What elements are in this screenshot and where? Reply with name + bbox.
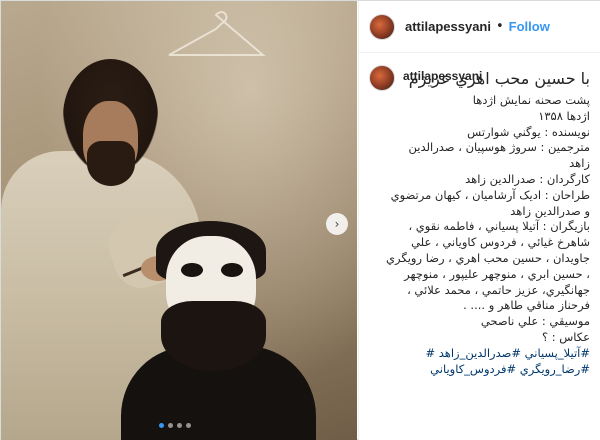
caption-line: ، حسين ابري ، منوچهر عليپور ، منوچهر (404, 266, 590, 281)
caption-line: فرحناز مناقي طاهر و .... . (463, 298, 590, 313)
separator-dot: • (496, 19, 504, 34)
caption-line: جهانگيري، عزيز حاتمي ، محمد علائي ، (407, 282, 590, 297)
chevron-right-icon[interactable]: › (326, 213, 348, 235)
caption-line: بازيگران : آتيلا پسياني ، فاطمه نقوي ، (408, 219, 590, 234)
caption-line: موسيقي : علي ناصحي (480, 314, 590, 329)
caption-line: طراحان : ادیک آرشاميان ، كيهان مرتضوي (390, 187, 590, 202)
caption-line: جاويدان ، حسين محب اهري ، رضا رويگري (386, 250, 590, 265)
caption-line: عكاس : ؟ (541, 329, 590, 344)
hashtag-line[interactable]: #رضا_رويگري #فردوس_كاوياني (369, 362, 590, 378)
post-side-panel: attilapessyani • Follow attilapessyani پ… (358, 1, 600, 440)
caption-line: شاهرخ غيائي ، فردوس كاوياني ، علي (411, 235, 590, 250)
caption-line: نويسنده : يوگني شوارتس (467, 124, 590, 139)
post-photo[interactable]: › (1, 1, 357, 440)
caption-section: attilapessyani پشت صحنه نمايش اژدها اژده… (359, 63, 600, 377)
carousel-dot (177, 423, 182, 428)
caption-line: مترجمين : سروژ هوسپيان ، صدرالدين (408, 140, 590, 155)
caption-line: پشت صحنه نمايش اژدها (472, 93, 590, 107)
caption-line: و صدرالدين زاهد (510, 203, 590, 218)
carousel-dot (168, 423, 173, 428)
follow-button[interactable]: Follow (509, 19, 550, 34)
hanger-illustration (168, 11, 266, 56)
carousel-dot (159, 423, 164, 428)
carousel-dots (159, 423, 191, 428)
header-username[interactable]: attilapessyani (405, 19, 491, 34)
hashtag-line[interactable]: #آتيلا_پسياني #صدرالدين_زاهد # (369, 346, 590, 362)
caption-line: كارگردان : صدرالدين زاهد (465, 171, 590, 186)
caption-line: با حسين محب اهري عزيزم (408, 69, 590, 88)
profile-avatar-icon[interactable] (369, 65, 395, 91)
carousel-dot (186, 423, 191, 428)
profile-avatar-icon[interactable] (369, 13, 395, 40)
caption-text: پشت صحنه نمايش اژدها اژدها ١٣۵٨ نويسنده … (359, 93, 600, 377)
caption-line: اژدها ١٣۵٨ (538, 108, 590, 123)
post-header: attilapessyani • Follow (359, 1, 600, 53)
caption-line: زاهد (569, 156, 590, 171)
instagram-post: › attilapessyani • Follow attilapessyani… (0, 0, 600, 440)
